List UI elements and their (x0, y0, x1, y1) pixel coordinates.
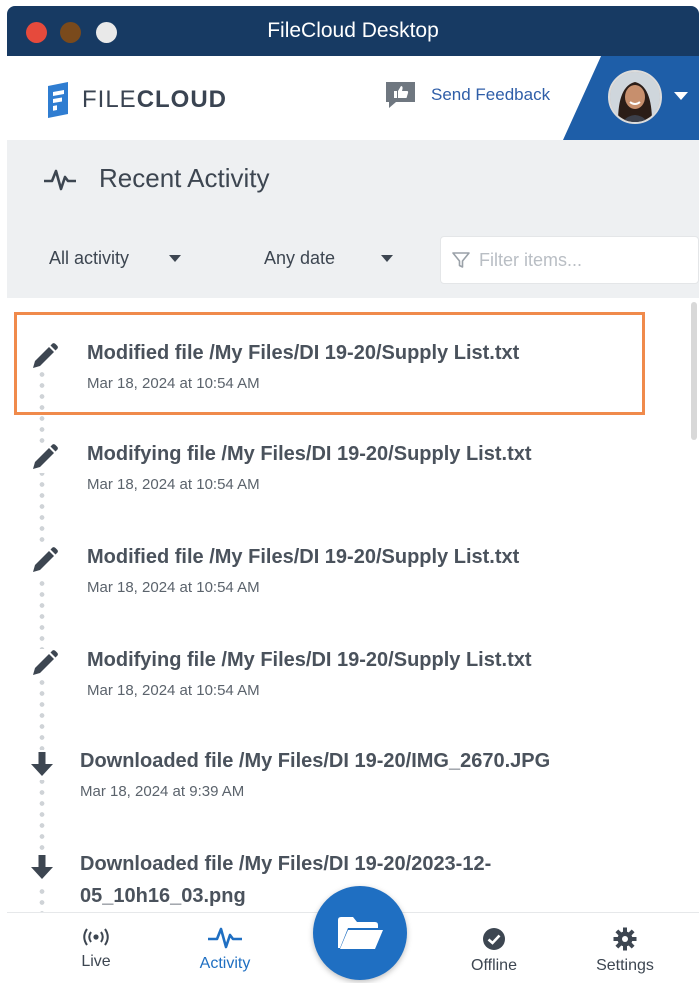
live-broadcast-icon (83, 928, 109, 946)
pencil-icon (29, 443, 59, 473)
activity-item[interactable]: Modifying file /My Files/DI 19-20/Supply… (7, 418, 667, 518)
window-title: FileCloud Desktop (267, 19, 439, 42)
nav-offline-label: Offline (471, 957, 517, 974)
nav-activity[interactable]: Activity (185, 927, 265, 973)
page-title: Recent Activity (99, 163, 270, 193)
activity-pulse-icon (208, 927, 242, 949)
filter-items-field[interactable] (440, 236, 699, 284)
activity-title: Modifying file /My Files/DI 19-20/Supply… (87, 443, 532, 465)
activity-list[interactable]: Modified file /My Files/DI 19-20/Supply … (7, 298, 699, 912)
nav-settings[interactable]: Settings (585, 927, 665, 975)
activity-type-dropdown[interactable]: All activity (49, 248, 182, 269)
download-arrow-icon (27, 750, 57, 780)
logo-text-bold: CLOUD (136, 86, 228, 113)
open-files-button[interactable] (313, 886, 407, 980)
gear-icon (613, 927, 637, 951)
activity-title: Modified file /My Files/DI 19-20/Supply … (87, 546, 520, 568)
title-bar: FileCloud Desktop (7, 6, 699, 56)
chevron-down-icon (381, 255, 394, 262)
chevron-down-icon (169, 255, 182, 262)
date-range-value: Any date (264, 248, 336, 268)
list-scrollbar[interactable] (691, 302, 697, 440)
activity-item[interactable]: Modified file /My Files/DI 19-20/Supply … (7, 521, 667, 621)
activity-title: Downloaded file /My Files/DI 19-20/IMG_2… (80, 750, 551, 772)
filecloud-logo: FILECLOUD (44, 82, 227, 118)
pencil-icon (29, 546, 59, 576)
pencil-icon (29, 649, 59, 679)
app-header: FILECLOUD Send Feedback (7, 56, 699, 140)
recent-activity-header: Recent Activity (7, 140, 699, 218)
nav-live-label: Live (81, 953, 111, 970)
selection-highlight (14, 312, 645, 415)
folder-open-icon (338, 917, 383, 949)
activity-pulse-icon (44, 169, 76, 191)
nav-live[interactable]: Live (71, 927, 121, 971)
activity-timestamp: Mar 18, 2024 at 10:54 AM (87, 682, 260, 699)
nav-offline[interactable]: Offline (459, 927, 529, 975)
date-range-dropdown[interactable]: Any date (264, 248, 394, 269)
nav-settings-label: Settings (596, 957, 654, 974)
activity-item[interactable]: Modifying file /My Files/DI 19-20/Supply… (7, 624, 667, 724)
activity-item[interactable]: Downloaded file /My Files/DI 19-20/IMG_2… (7, 728, 667, 828)
activity-timestamp: Mar 18, 2024 at 10:54 AM (87, 476, 260, 493)
feedback-icon (386, 82, 415, 108)
filter-funnel-icon (452, 252, 470, 268)
send-feedback-button[interactable]: Send Feedback (384, 80, 550, 110)
nav-activity-label: Activity (199, 955, 251, 972)
send-feedback-label: Send Feedback (431, 85, 551, 104)
activity-title: Modifying file /My Files/DI 19-20/Supply… (87, 649, 532, 671)
activity-title: Downloaded file /My Files/DI 19-20/2023-… (80, 853, 492, 875)
filter-items-input[interactable] (479, 249, 679, 271)
user-avatar[interactable] (608, 70, 662, 124)
activity-title-continued: 05_10h16_03.png (80, 885, 246, 907)
app-window: FileCloud Desktop FILECLOUD Send Feedbac… (7, 6, 699, 983)
user-menu-caret-icon[interactable] (674, 92, 688, 100)
avatar-portrait-icon (610, 72, 660, 122)
logo-text-light: FILE (82, 86, 137, 113)
download-arrow-icon (27, 853, 57, 883)
filecloud-logo-icon (48, 82, 68, 118)
activity-timestamp: Mar 18, 2024 at 9:39 AM (80, 783, 245, 800)
activity-type-value: All activity (49, 248, 130, 268)
filter-bar: All activity Any date (7, 218, 699, 298)
activity-timestamp: Mar 18, 2024 at 10:54 AM (87, 579, 260, 596)
offline-check-icon (483, 928, 505, 950)
